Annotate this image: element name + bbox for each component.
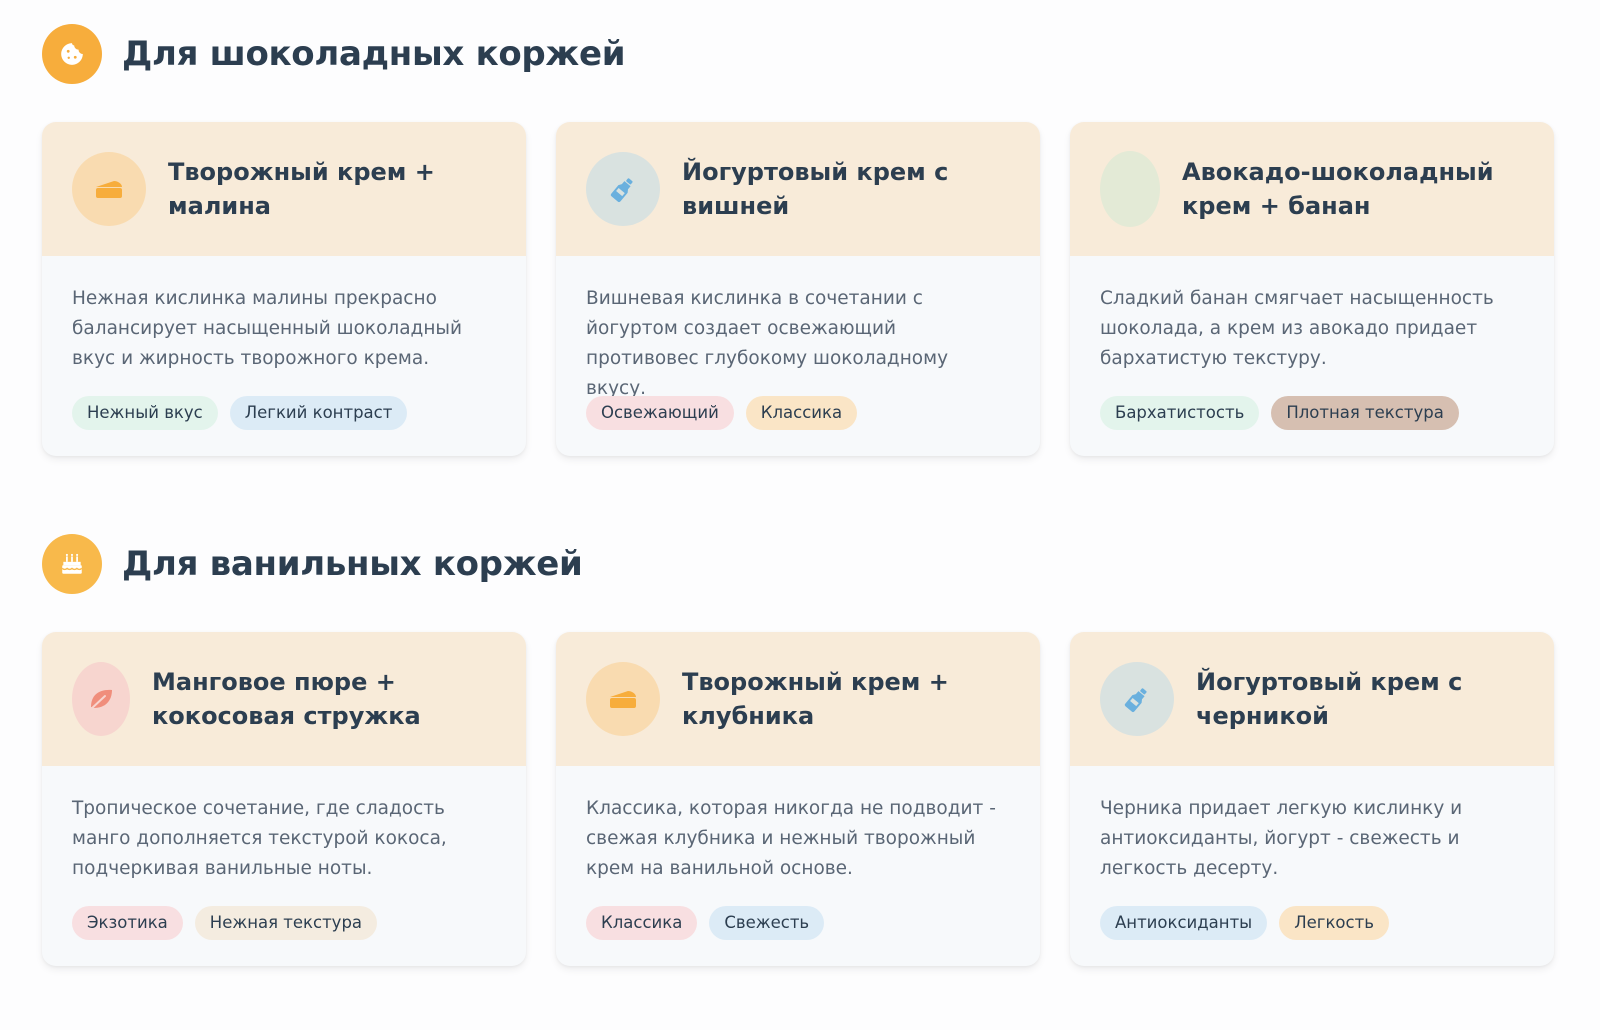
section-header: Для шоколадных коржей (42, 24, 1558, 84)
bottle-icon (1100, 662, 1174, 736)
card-description: Вишневая кислинка в сочетании с йогуртом… (586, 288, 949, 399)
leaf-icon (72, 662, 130, 736)
tag: Классика (745, 396, 858, 430)
tag: Освежающий (586, 396, 734, 430)
tag-list: Нежный вкус Легкий контраст (72, 396, 496, 430)
pairing-card[interactable]: Творожный крем + малина Нежная кислинка … (42, 122, 526, 456)
cookie-icon (42, 24, 102, 84)
cheese-icon (72, 152, 146, 226)
card-description: Классика, которая никогда не подводит - … (586, 798, 996, 879)
pairing-card[interactable]: Творожный крем + клубника Классика, кото… (556, 632, 1040, 966)
card-header: Йогуртовый крем с вишней (556, 122, 1040, 256)
card-header: Манговое пюре + кокосовая стружка (42, 632, 526, 766)
pairing-card[interactable]: Авокадо-шоколадный крем + банан Сладкий … (1070, 122, 1554, 456)
avocado-icon (1100, 151, 1160, 227)
card-title: Йогуртовый крем с черникой (1196, 668, 1463, 730)
card-body: Вишневая кислинка в сочетании с йогуртом… (556, 256, 1040, 430)
section-title: Для шоколадных коржей (122, 34, 626, 74)
card-title: Творожный крем + малина (168, 158, 435, 220)
tag: Легкий контраст (229, 396, 408, 430)
card-header: Творожный крем + клубника (556, 632, 1040, 766)
tag: Классика (586, 906, 698, 940)
card-description: Тропическое сочетание, где сладость манг… (72, 798, 447, 879)
section-header: Для ванильных коржей (42, 534, 1558, 594)
card-body: Нежная кислинка малины прекрасно баланси… (42, 256, 526, 430)
section-vanilla: Для ванильных коржей Манговое пюре + кок… (42, 534, 1558, 966)
card-header: Авокадо-шоколадный крем + банан (1070, 122, 1554, 256)
tag-list: Антиоксиданты Легкость (1100, 906, 1524, 940)
card-body: Сладкий банан смягчает насыщенность шоко… (1070, 256, 1554, 430)
tag-list: Классика Свежесть (586, 906, 1010, 940)
tag-list: Экзотика Нежная текстура (72, 906, 496, 940)
section-chocolate: Для шоколадных коржей Творожный крем + м… (42, 24, 1558, 456)
tag-list: Бархатистость Плотная текстура (1100, 396, 1524, 430)
birthday-cake-icon (42, 534, 102, 594)
card-body: Тропическое сочетание, где сладость манг… (42, 766, 526, 940)
card-grid: Творожный крем + малина Нежная кислинка … (42, 122, 1558, 456)
card-title: Авокадо-шоколадный крем + банан (1182, 158, 1494, 220)
card-title: Творожный крем + клубника (682, 668, 949, 730)
card-title: Манговое пюре + кокосовая стружка (152, 668, 421, 730)
page: Для шоколадных коржей Творожный крем + м… (0, 0, 1600, 1030)
card-description: Черника придает легкую кислинку и антиок… (1100, 798, 1463, 879)
section-title: Для ванильных коржей (122, 544, 583, 584)
tag: Нежный вкус (72, 396, 218, 430)
cheese-icon (586, 662, 660, 736)
tag: Свежесть (709, 906, 825, 940)
card-header: Йогуртовый крем с черникой (1070, 632, 1554, 766)
card-body: Черника придает легкую кислинку и антиок… (1070, 766, 1554, 940)
tag: Плотная текстура (1271, 396, 1459, 430)
card-description: Нежная кислинка малины прекрасно баланси… (72, 288, 463, 369)
tag: Легкость (1279, 906, 1389, 940)
card-title: Йогуртовый крем с вишней (682, 158, 949, 220)
tag-list: Освежающий Классика (586, 396, 1010, 430)
card-body: Классика, которая никогда не подводит - … (556, 766, 1040, 940)
pairing-card[interactable]: Йогуртовый крем с черникой Черника прида… (1070, 632, 1554, 966)
tag: Бархатистость (1100, 396, 1260, 430)
card-grid: Манговое пюре + кокосовая стружка Тропич… (42, 632, 1558, 966)
tag: Антиоксиданты (1100, 906, 1268, 940)
tag: Нежная текстура (194, 906, 378, 940)
bottle-icon (586, 152, 660, 226)
tag: Экзотика (72, 906, 183, 940)
pairing-card[interactable]: Йогуртовый крем с вишней Вишневая кислин… (556, 122, 1040, 456)
card-description: Сладкий банан смягчает насыщенность шоко… (1100, 288, 1494, 369)
pairing-card[interactable]: Манговое пюре + кокосовая стружка Тропич… (42, 632, 526, 966)
card-header: Творожный крем + малина (42, 122, 526, 256)
